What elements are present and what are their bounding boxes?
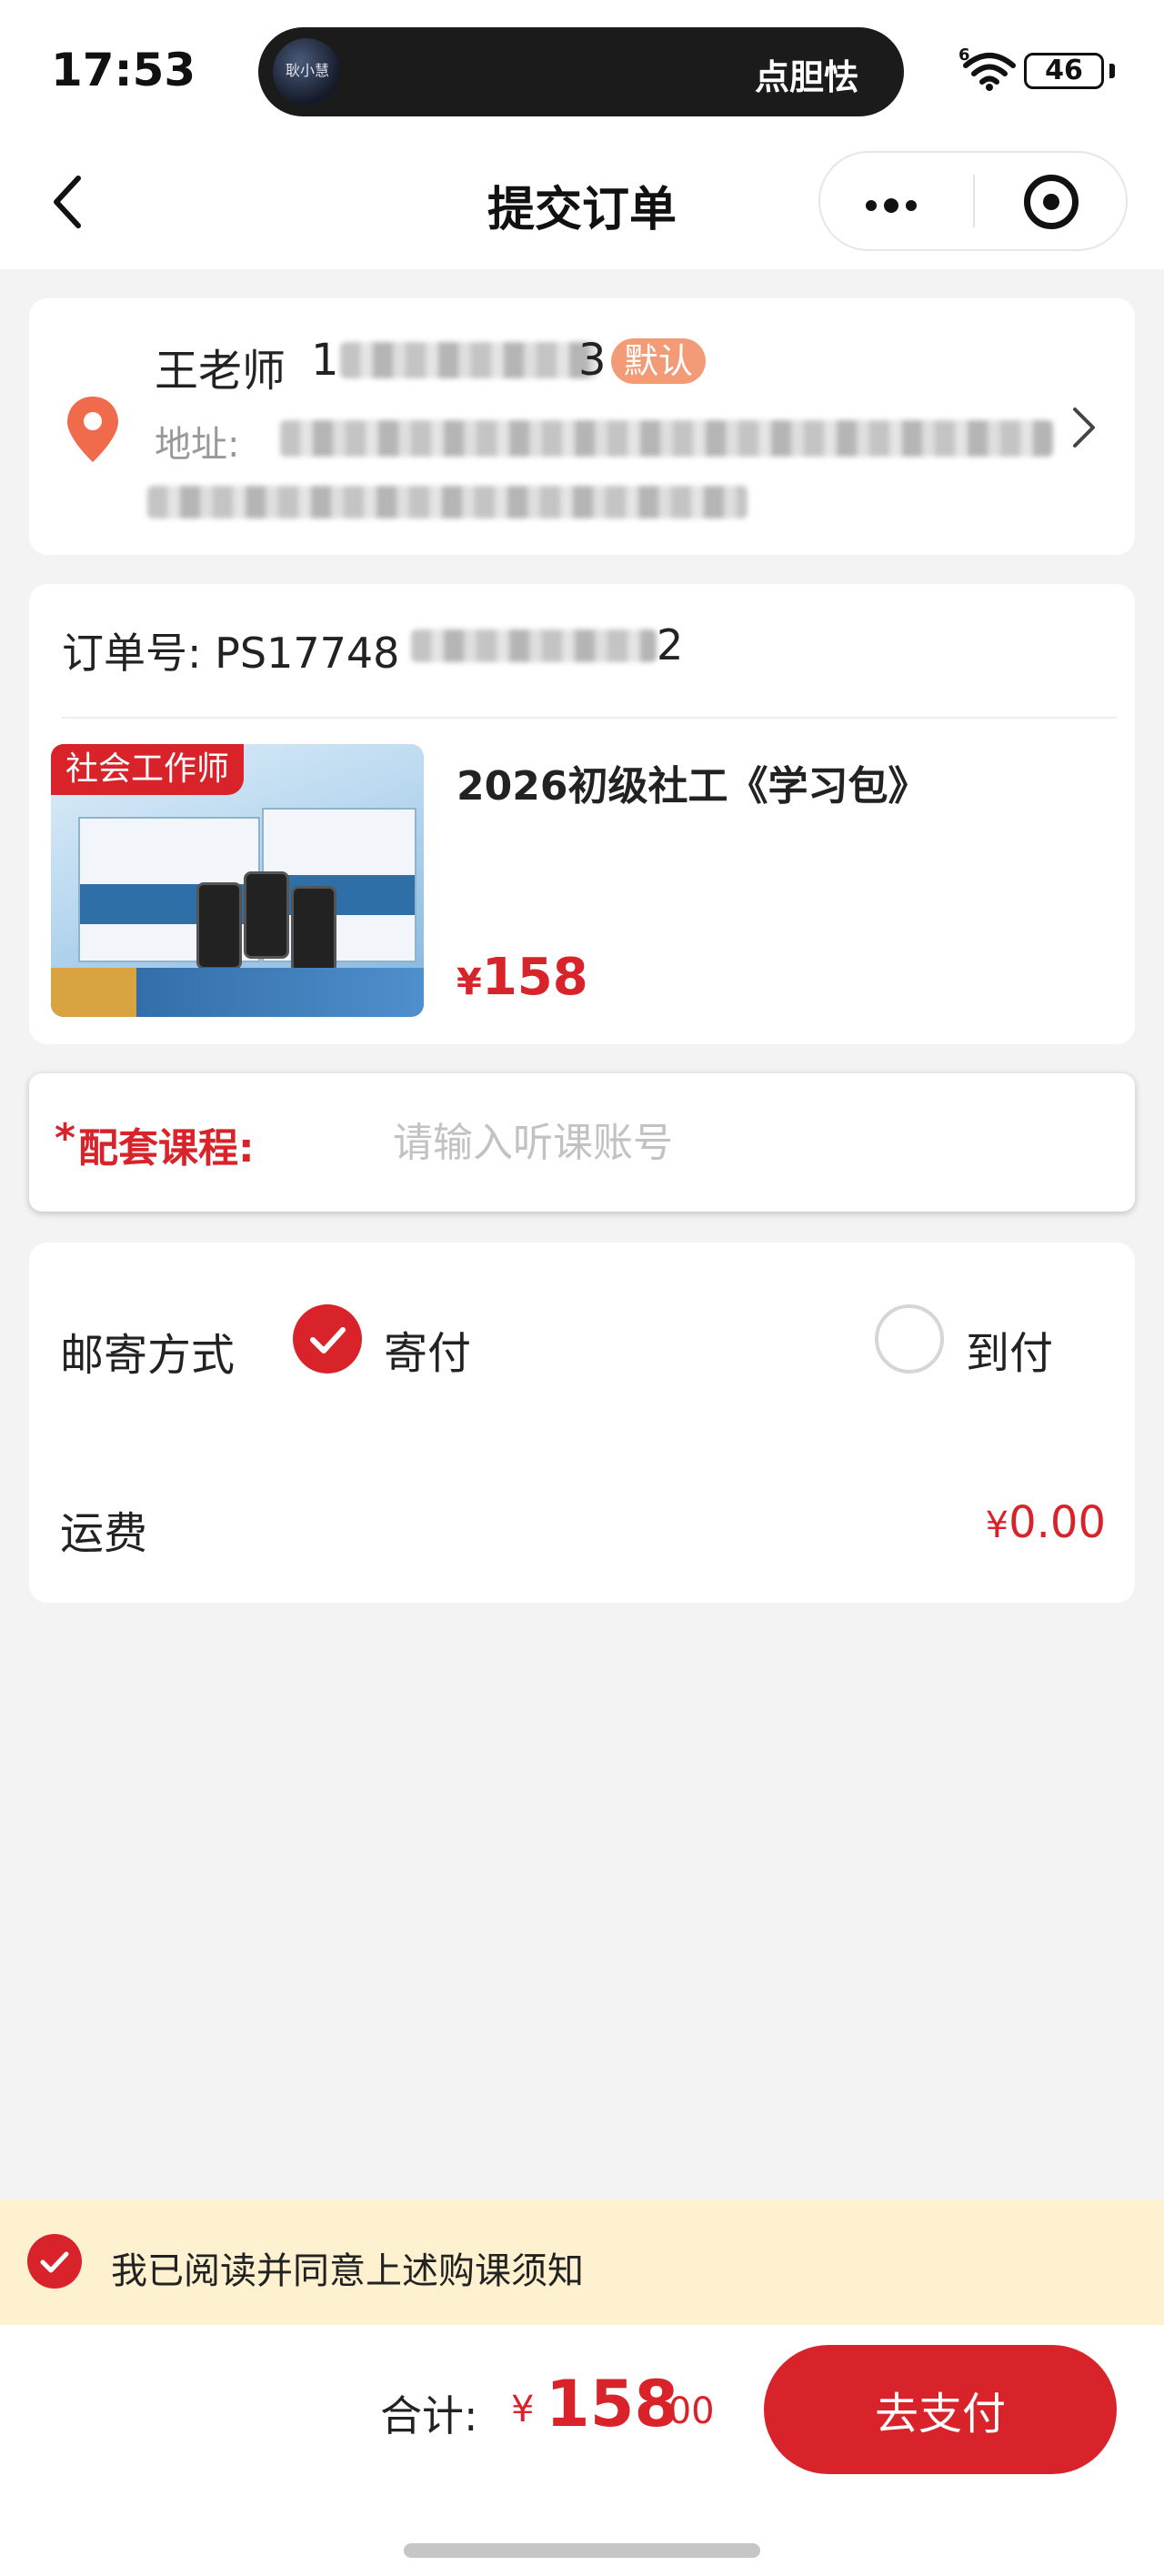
more-dots-icon xyxy=(866,196,924,215)
total-currency: ¥ xyxy=(511,2389,535,2430)
product-image[interactable]: 社会工作师 xyxy=(51,744,424,1017)
total-decimal: .00 xyxy=(657,2390,715,2432)
shipping-card: 邮寄方式 寄付 到付 运费 ¥0.00 xyxy=(29,1243,1135,1603)
order-number-suffix: 2 xyxy=(657,620,684,669)
total-label: 合计: xyxy=(380,2391,478,2440)
recipient-phone-suffix: 3 xyxy=(578,335,607,386)
status-time: 17:53 xyxy=(51,44,196,96)
agreement-checkbox[interactable] xyxy=(27,2234,82,2289)
pay-button[interactable]: 去支付 xyxy=(764,2345,1117,2474)
mini-program-capsule xyxy=(818,151,1128,251)
recipient-name: 王老师 xyxy=(155,346,286,397)
course-account-input[interactable] xyxy=(393,1106,1102,1179)
product-tag: 社会工作师 xyxy=(51,744,245,795)
required-mark: * xyxy=(55,1115,76,1162)
battery-level: 46 xyxy=(1045,55,1083,86)
close-mini-program-button[interactable] xyxy=(975,153,1128,249)
radio-unchecked-icon xyxy=(875,1304,944,1374)
nav-bar: 提交订单 xyxy=(0,146,1164,269)
agreement-bar[interactable]: 我已阅读并同意上述购课须知 xyxy=(0,2199,1164,2325)
now-playing-art-text: 耿小慧 xyxy=(286,62,330,79)
dynamic-island[interactable]: 耿小慧 点胆怯 xyxy=(258,27,904,116)
order-number-label: 订单号: PS17748 xyxy=(62,629,400,678)
radio-checked-icon xyxy=(293,1304,362,1374)
order-card: 订单号: PS17748 2 社会工作师 2026初级社工《学习包》 ¥158 xyxy=(29,584,1135,1044)
battery-tip xyxy=(1109,64,1115,78)
divider xyxy=(62,717,1117,719)
course-account-row: * 配套课程: xyxy=(29,1073,1135,1212)
product-title[interactable]: 2026初级社工《学习包》 xyxy=(457,753,928,811)
address-card[interactable]: 王老师 1 3 默认 地址: xyxy=(29,298,1135,555)
shipping-option-cod[interactable]: 到付 xyxy=(866,1295,1102,1386)
more-button[interactable] xyxy=(820,153,973,249)
shipping-option-label: 寄付 xyxy=(384,1328,472,1379)
recipient-phone-prefix: 1 xyxy=(311,335,339,386)
status-icons: 6 46 xyxy=(957,45,1120,95)
phone-graphic xyxy=(196,882,242,970)
battery-icon: 46 xyxy=(1024,53,1104,89)
home-indicator[interactable] xyxy=(404,2543,760,2558)
default-badge: 默认 xyxy=(611,338,707,384)
address-label: 地址: xyxy=(155,424,240,466)
shipping-method-label: 邮寄方式 xyxy=(60,1330,236,1381)
phone-graphic xyxy=(291,886,336,973)
shipping-fee-label: 运费 xyxy=(60,1508,148,1559)
target-close-icon xyxy=(1024,175,1079,229)
shipping-option-prepaid[interactable]: 寄付 xyxy=(284,1295,557,1386)
order-number-prefix: PS17748 xyxy=(215,629,400,678)
signal-label: 6 xyxy=(958,45,970,65)
now-playing-title: 点胆怯 xyxy=(754,57,858,97)
chevron-left-icon xyxy=(54,176,81,228)
address-redacted-line-2 xyxy=(147,486,748,518)
checkout-bar: 合计: ¥ 158 .00 去支付 xyxy=(0,2325,1164,2576)
course-label: 配套课程: xyxy=(78,1125,255,1172)
product-price: ¥158 xyxy=(457,948,588,1007)
now-playing-artwork: 耿小慧 xyxy=(273,38,340,106)
phone-redacted xyxy=(340,342,598,378)
status-bar: 17:53 耿小慧 点胆怯 6 46 xyxy=(0,0,1164,146)
order-number-redacted xyxy=(411,629,657,662)
location-pin-icon xyxy=(67,397,118,462)
chevron-right-icon xyxy=(1073,408,1095,448)
check-icon xyxy=(40,2251,69,2273)
back-button[interactable] xyxy=(36,166,109,238)
address-redacted-line-1 xyxy=(280,420,1053,457)
shipping-option-label: 到付 xyxy=(966,1328,1054,1379)
phone-graphic xyxy=(244,871,289,959)
shipping-fee-value: ¥0.00 xyxy=(985,1497,1106,1548)
agreement-text[interactable]: 我已阅读并同意上述购课须知 xyxy=(111,2241,584,2294)
wifi-icon xyxy=(963,53,1016,91)
product-banner-strip xyxy=(51,968,424,1017)
